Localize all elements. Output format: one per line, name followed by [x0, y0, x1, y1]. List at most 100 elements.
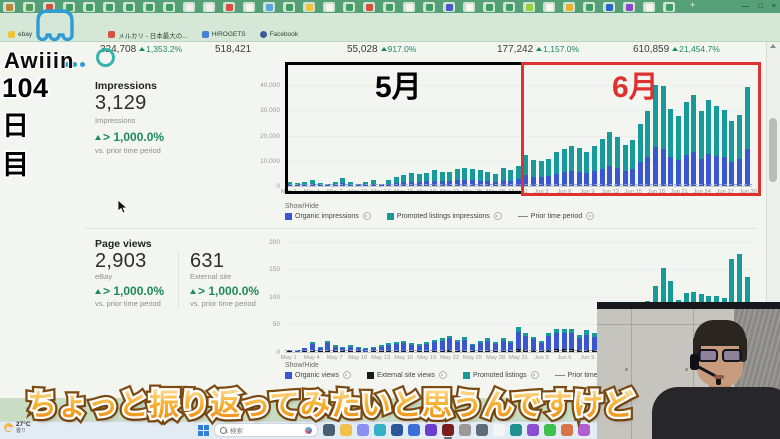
chart-bar[interactable] [477, 240, 483, 352]
browser-tab[interactable] [283, 2, 295, 12]
chart-bar[interactable] [309, 240, 315, 352]
chart-bar[interactable] [401, 240, 407, 352]
bookmark-facebook[interactable]: Facebook [259, 31, 298, 38]
chart-bar[interactable] [287, 240, 293, 352]
chart-bar[interactable] [370, 240, 376, 352]
browser-tab[interactable] [263, 2, 275, 12]
browser-tab[interactable] [483, 2, 495, 12]
chart-bar[interactable] [523, 240, 529, 352]
browser-tab[interactable] [603, 2, 615, 12]
browser-tab[interactable] [223, 2, 235, 12]
chart-bar[interactable] [302, 240, 308, 352]
window-close-button[interactable]: × [772, 0, 776, 12]
browser-tab[interactable] [203, 2, 215, 12]
browser-tab[interactable] [363, 2, 375, 12]
windows-start-button[interactable] [198, 424, 209, 436]
x-axis-label: May 10 [348, 355, 368, 361]
bookmark-ebay[interactable]: ebay [8, 31, 32, 38]
browser-tab[interactable] [183, 2, 195, 12]
browser-tab[interactable] [423, 2, 435, 12]
legend-promoted-impressions[interactable]: Promoted listings impressions [386, 212, 502, 220]
chart-bar[interactable] [325, 240, 331, 352]
chart-bar[interactable] [332, 240, 338, 352]
chart-bar[interactable] [340, 240, 346, 352]
browser-tab[interactable] [103, 2, 115, 12]
browser-tab[interactable] [163, 2, 175, 12]
browser-tab[interactable] [343, 2, 355, 12]
chart-bar[interactable] [576, 240, 582, 352]
browser-tab[interactable] [583, 2, 595, 12]
browser-tab[interactable] [503, 2, 515, 12]
scrollbar-up-icon[interactable] [770, 44, 776, 48]
new-tab-button[interactable]: + [690, 0, 695, 11]
eye-icon[interactable] [342, 371, 351, 379]
y-axis-label: 10,000 [260, 157, 280, 165]
browser-tab[interactable] [303, 2, 315, 12]
chart-bar[interactable] [584, 240, 590, 352]
chart-bar[interactable] [546, 240, 552, 352]
chart-bar[interactable] [447, 240, 453, 352]
legend-prior-period-1[interactable]: Prior time period [517, 212, 595, 220]
chart-bar[interactable] [561, 240, 567, 352]
browser-tab[interactable] [643, 2, 655, 12]
chart-bar[interactable] [363, 240, 369, 352]
chart-bar[interactable] [439, 240, 445, 352]
legend-external-views[interactable]: External site views [366, 371, 447, 379]
chart-bar[interactable] [378, 240, 384, 352]
chart-bar[interactable] [386, 240, 392, 352]
chart-bar[interactable] [492, 240, 498, 352]
tab-favicon-icon [465, 3, 473, 11]
chart-bar[interactable] [317, 240, 323, 352]
browser-tab[interactable] [563, 2, 575, 12]
chart-bar[interactable] [485, 240, 491, 352]
browser-tab[interactable] [523, 2, 535, 12]
legend-organic-views[interactable]: Organic views [285, 371, 351, 379]
chart-bar[interactable] [508, 240, 514, 352]
chart-bar[interactable] [393, 240, 399, 352]
window-maximize-button[interactable]: □ [758, 0, 763, 12]
chart-bar[interactable] [569, 240, 575, 352]
browser-tab[interactable] [443, 2, 455, 12]
chart-bar[interactable] [531, 240, 537, 352]
browser-tab[interactable] [323, 2, 335, 12]
eye-icon[interactable] [530, 371, 539, 379]
chart-bar[interactable] [515, 240, 521, 352]
browser-tab[interactable] [123, 2, 135, 12]
chart-bar[interactable] [348, 240, 354, 352]
eye-icon[interactable] [586, 212, 595, 220]
increase-arrow-icon [672, 47, 679, 51]
window-minimize-button[interactable]: — [742, 0, 750, 12]
bookmark-mercari[interactable]: メルカリ - 日本最大の... [108, 30, 188, 40]
y-axis-label: 50 [272, 321, 280, 329]
chart-bar[interactable] [355, 240, 361, 352]
eye-icon[interactable] [362, 212, 371, 220]
chart-bar[interactable] [431, 240, 437, 352]
eye-icon[interactable] [493, 212, 502, 220]
browser-tab[interactable] [623, 2, 635, 12]
browser-tab[interactable] [403, 2, 415, 12]
chart-bar[interactable] [500, 240, 506, 352]
legend-promoted-listings[interactable]: Promoted listings [462, 371, 539, 379]
chart-bar[interactable] [294, 240, 300, 352]
chart-bar[interactable] [538, 240, 544, 352]
chart-bar[interactable] [416, 240, 422, 352]
bookmark-hirogets[interactable]: HIROGETS [201, 31, 246, 38]
browser-tab[interactable] [243, 2, 255, 12]
browser-tab[interactable] [3, 2, 15, 12]
chart-bar[interactable] [424, 240, 430, 352]
legend-organic-impressions[interactable]: Organic impressions [285, 212, 371, 220]
scrollbar-thumb[interactable] [769, 118, 777, 182]
browser-tab[interactable] [83, 2, 95, 12]
chart-bar[interactable] [409, 240, 415, 352]
browser-tab[interactable] [543, 2, 555, 12]
chart-bar[interactable] [462, 240, 468, 352]
chart-bar[interactable] [470, 240, 476, 352]
stat-value: 55,028 [347, 44, 378, 55]
eye-icon[interactable] [438, 371, 447, 379]
browser-tab[interactable] [463, 2, 475, 12]
browser-tab[interactable] [383, 2, 395, 12]
chart-bar[interactable] [553, 240, 559, 352]
browser-tab[interactable] [663, 2, 675, 12]
browser-tab[interactable] [143, 2, 155, 12]
chart-bar[interactable] [454, 240, 460, 352]
